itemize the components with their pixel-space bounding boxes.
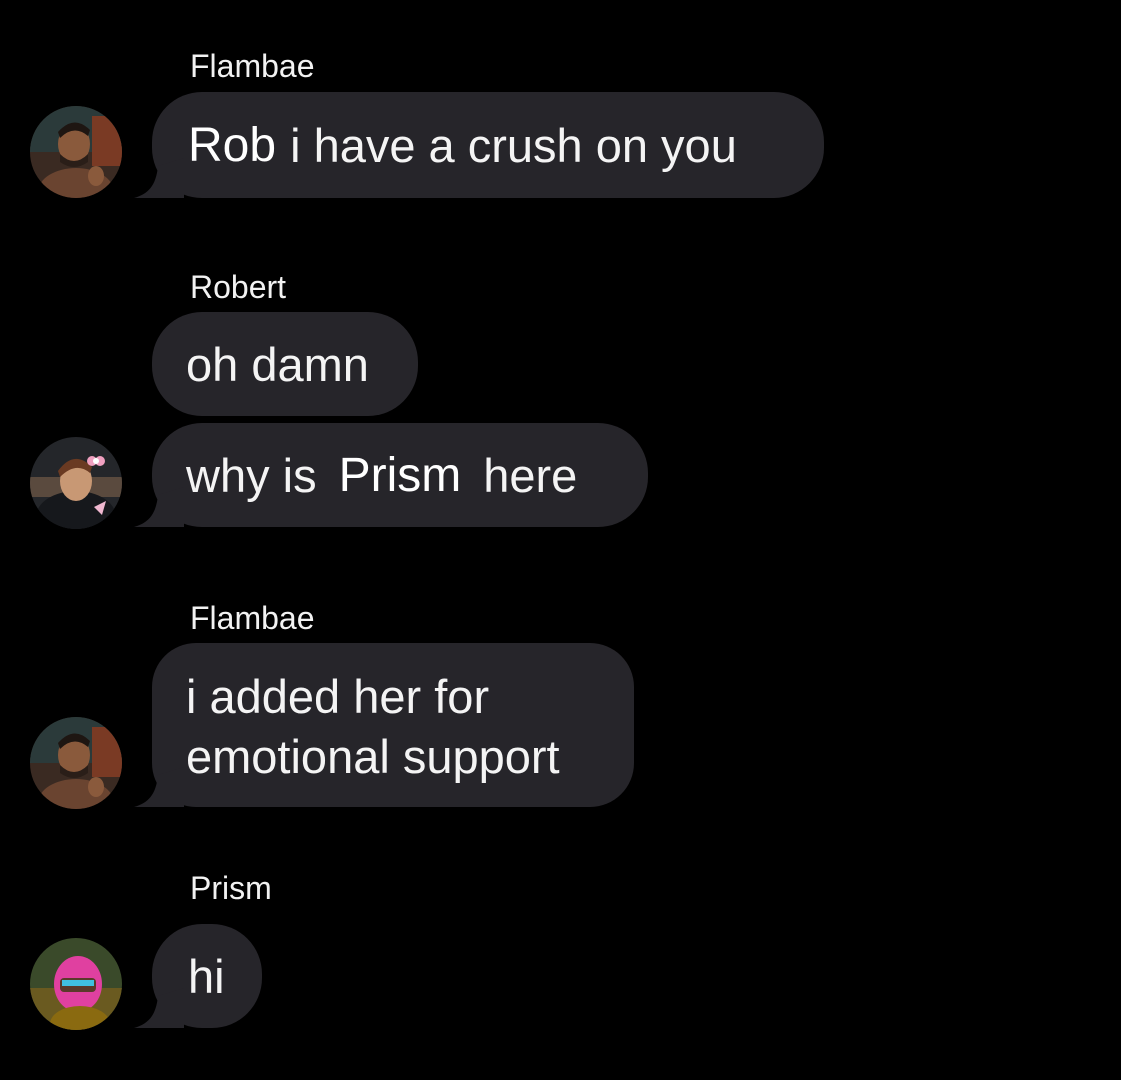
message-text: why is [186, 448, 317, 502]
message-line: i added her for [186, 670, 490, 723]
message-text: oh damn [186, 337, 369, 391]
message-line: emotional support [186, 730, 560, 783]
message-text: hi [188, 949, 225, 1003]
avatar[interactable] [30, 717, 122, 809]
message-bubble[interactable]: hi [134, 924, 262, 1028]
message-bubble[interactable]: i added her for emotional support [134, 643, 634, 807]
mention-tag: Rob [188, 118, 277, 172]
sender-name: Prism [190, 870, 272, 906]
bubble-tail [134, 158, 184, 198]
bubble-tail [134, 487, 184, 527]
sender-name: Robert [190, 269, 287, 305]
message-text: i have a crush on you [290, 118, 737, 172]
sender-name: Flambae [190, 600, 315, 636]
avatar[interactable] [30, 938, 122, 1030]
robert-avatar-icon [30, 437, 122, 529]
mention-tag: Prism [338, 448, 462, 502]
bubble-tail [134, 767, 184, 807]
message-thread: Flambae Rob i have a crush on you Robert… [0, 0, 1121, 1080]
flambae-avatar-icon [30, 717, 122, 809]
message-bubble[interactable]: Rob i have a crush on you [134, 92, 824, 198]
avatar[interactable] [30, 106, 122, 198]
flambae-avatar-icon [30, 106, 122, 198]
prism-avatar-icon [30, 938, 122, 1030]
message-bubble[interactable]: oh damn [152, 312, 418, 416]
avatar[interactable] [30, 437, 122, 529]
message-bubble[interactable]: why is Prism here [134, 423, 648, 527]
message-text: here [483, 448, 578, 502]
bubble-tail [134, 988, 184, 1028]
sender-name: Flambae [190, 48, 315, 84]
